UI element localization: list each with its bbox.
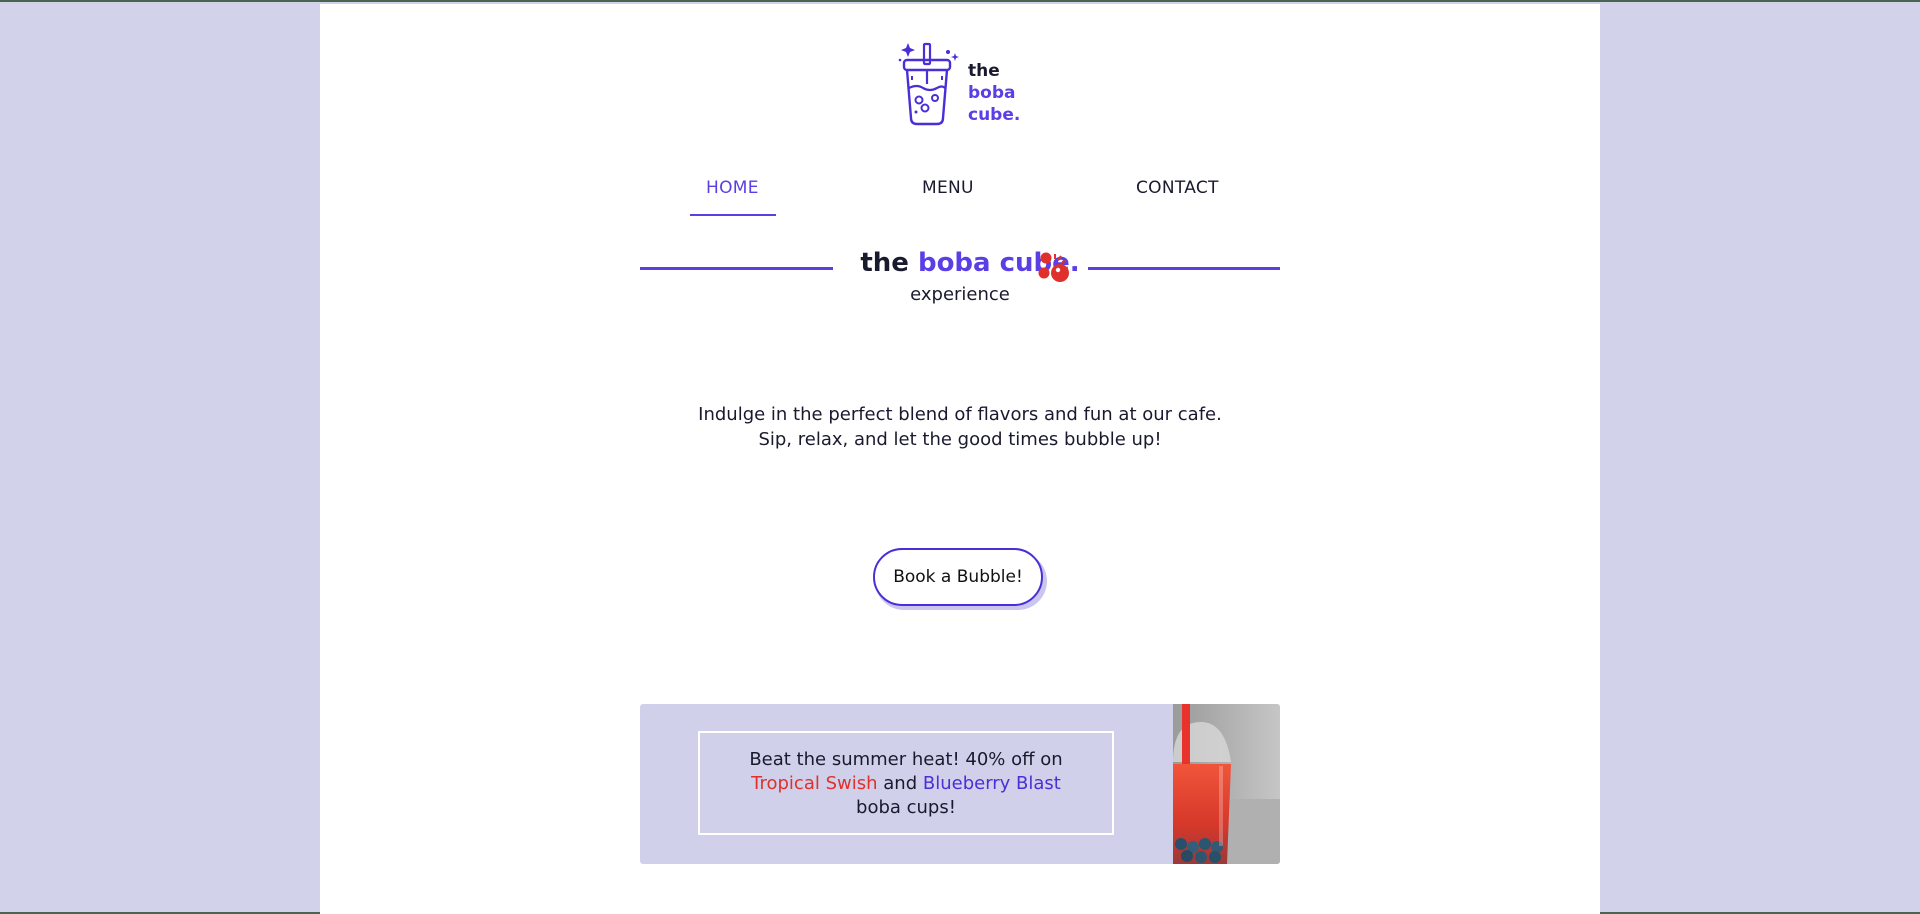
promo-connector: and [883, 773, 918, 794]
promo-line-2: Tropical Swish and Blueberry Blast [700, 772, 1112, 796]
page-container: the boba cube. HOME MENU CONTACT the bob… [320, 4, 1600, 914]
heading-line-left [640, 267, 833, 270]
nav-contact-link[interactable]: CONTACT [1136, 178, 1219, 198]
boba-drink-photo [1173, 704, 1280, 864]
hero-intro: Indulge in the perfect blend of flavors … [660, 402, 1260, 452]
promo-banner: Beat the summer heat! 40% off on Tropica… [640, 704, 1280, 864]
browser-viewport: the boba cube. HOME MENU CONTACT the bob… [0, 0, 1920, 914]
heading-line-right [1088, 267, 1280, 270]
boba-cup-logo-icon [898, 42, 959, 126]
logo-word-boba: boba [968, 83, 1016, 103]
bubbles-icon [1038, 252, 1069, 282]
nav-active-underline [690, 214, 776, 216]
nav-menu-link[interactable]: MENU [922, 178, 974, 198]
promo-line-1: Beat the summer heat! 40% off on [749, 749, 1063, 770]
book-a-bubble-button[interactable]: Book a Bubble! [873, 548, 1043, 606]
site-logo[interactable]: the boba cube. [890, 40, 1050, 130]
logo-word-cube: cube. [968, 105, 1021, 125]
logo-wordmark: the boba cube. [968, 60, 1020, 126]
promo-line-3: boba cups! [856, 797, 956, 818]
main-nav: HOME MENU CONTACT [620, 164, 1300, 220]
intro-line-1: Indulge in the perfect blend of flavors … [698, 404, 1222, 425]
promo-flavor-blueberry-blast: Blueberry Blast [922, 773, 1061, 794]
hero-heading-the: the [860, 248, 909, 278]
promo-text-box: Beat the summer heat! 40% off on Tropica… [698, 731, 1114, 835]
logo-word-the: the [968, 61, 1000, 81]
intro-line-2: Sip, relax, and let the good times bubbl… [758, 429, 1162, 450]
nav-home-link[interactable]: HOME [706, 178, 759, 198]
promo-flavor-tropical-swish: Tropical Swish [751, 773, 878, 794]
hero-subheading: experience [910, 284, 1010, 305]
